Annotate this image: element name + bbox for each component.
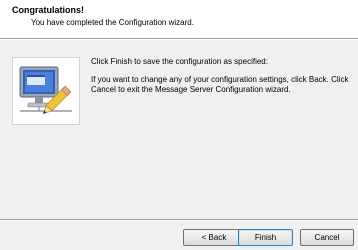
- wizard-image-frame: [12, 57, 80, 125]
- finish-instruction: Click Finish to save the configuration a…: [91, 57, 268, 66]
- back-cancel-instruction: If you want to change any of your config…: [91, 75, 349, 94]
- footer-divider-highlight: [0, 220, 358, 221]
- cancel-button[interactable]: Cancel: [300, 229, 354, 246]
- back-button[interactable]: < Back: [183, 229, 245, 246]
- header-subtitle: You have completed the Configuration wiz…: [31, 18, 194, 27]
- wizard-header: Congratulations! You have completed the …: [0, 0, 358, 39]
- server-configuration-icon: [19, 66, 72, 115]
- header-title: Congratulations!: [12, 5, 84, 15]
- header-divider: [0, 39, 358, 40]
- finish-button[interactable]: Finish: [238, 229, 293, 246]
